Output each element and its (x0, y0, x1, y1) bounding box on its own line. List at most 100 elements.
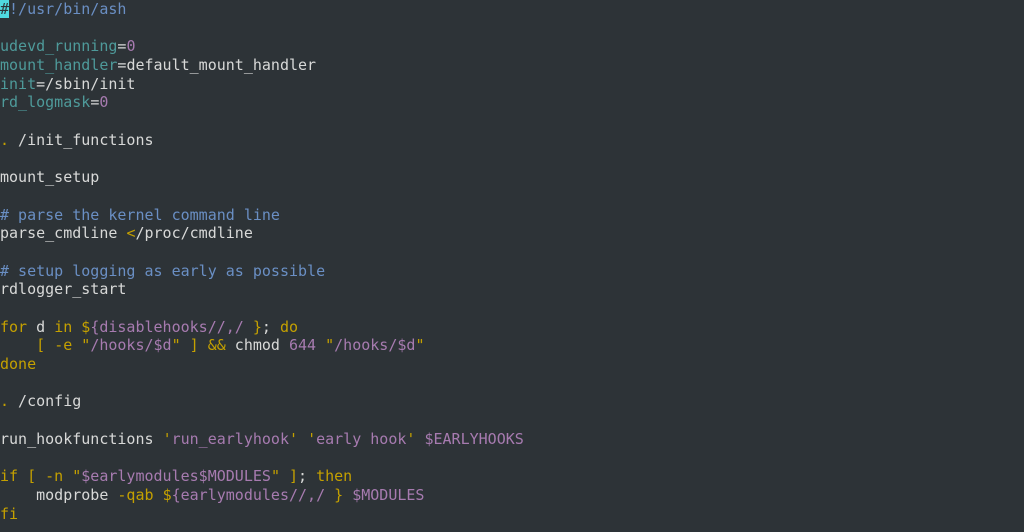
code-token-plain: d (27, 317, 55, 336)
code-line: fi (0, 505, 1024, 524)
code-token-subst: $earlymodules$MODULES (81, 467, 271, 486)
code-token-comment: # parse the kernel command line (0, 205, 280, 224)
code-token-subst: $MODULES (352, 485, 425, 504)
code-token-comment: !/usr/bin/ash (9, 0, 127, 18)
code-token-kw: fi (0, 504, 19, 523)
code-token-plain: = (36, 74, 46, 93)
code-token-kw: then (316, 467, 353, 486)
code-token-plain: chmod (225, 336, 289, 355)
code-line: mount_setup (0, 168, 1024, 187)
code-line: run_hookfunctions 'run_earlyhook' 'early… (0, 430, 1024, 449)
code-line: modprobe -qab ${earlymodules//,/ } $MODU… (0, 486, 1024, 505)
code-token-num: 644 (289, 336, 317, 355)
code-token-kw: -e (54, 336, 73, 355)
code-token-plain: /sbin/init (45, 74, 136, 93)
code-token-comment: # setup logging as early as possible (0, 261, 326, 280)
code-token-quote: $ (81, 317, 91, 336)
code-token-kw: . (0, 392, 10, 411)
code-token-num: 0 (126, 37, 136, 56)
code-token-str: /hooks/$d (90, 336, 172, 355)
code-token-quote: " (171, 336, 181, 355)
code-token-var: init (0, 74, 37, 93)
code-token-kw: -qab (117, 485, 154, 504)
code-line: mount_handler=default_mount_handler (0, 56, 1024, 75)
code-token-quote: " (325, 336, 335, 355)
code-token-kw: do (279, 317, 299, 336)
code-token-num: 0 (99, 93, 109, 112)
code-token-quote: " (72, 467, 82, 486)
code-token-plain: ; (261, 317, 280, 336)
text-cursor: # (0, 0, 10, 18)
code-line: done (0, 355, 1024, 374)
code-token-kw: [ (36, 336, 46, 355)
code-token-str: early hook (316, 429, 407, 448)
code-text-area[interactable]: #!/usr/bin/ash udevd_running=0 mount_han… (0, 0, 1024, 523)
code-token-kw: && (207, 336, 226, 355)
code-line: . /init_functions (0, 131, 1024, 150)
code-token-kw: ] (189, 336, 199, 355)
code-token-quote: } (252, 317, 262, 336)
code-token-quote: ' (162, 429, 172, 448)
code-token-quote: ' (307, 429, 317, 448)
code-token-subst: $EARLYHOOKS (424, 429, 524, 448)
code-token-kw: for (0, 317, 28, 336)
code-line: [ -e "/hooks/$d" ] && chmod 644 "/hooks/… (0, 336, 1024, 355)
code-token-plain: /proc/cmdline (135, 224, 253, 243)
code-token-quote: ' (289, 429, 299, 448)
code-token-plain: ; (298, 467, 317, 486)
code-token-plain: modprobe (0, 485, 118, 504)
code-token-plain: mount_setup (0, 168, 100, 187)
code-token-var: rd_logmask (0, 93, 91, 112)
code-token-plain: /init_functions (9, 130, 154, 149)
code-token-var: mount_handler (0, 56, 118, 75)
code-line: for d in ${disablehooks//,/ }; do (0, 318, 1024, 337)
code-token-plain: = (90, 93, 100, 112)
code-line: if [ -n "$earlymodules$MODULES" ]; then (0, 467, 1024, 486)
code-token-quote: $ (162, 485, 172, 504)
code-token-quote: } (334, 485, 344, 504)
code-token-str: run_earlyhook (171, 429, 289, 448)
code-line: rdlogger_start (0, 280, 1024, 299)
code-token-kw: . (0, 130, 10, 149)
code-token-quote: " (270, 467, 280, 486)
code-line: #!/usr/bin/ash (0, 0, 1024, 19)
code-token-plain: parse_cmdline (0, 224, 127, 243)
code-token-plain: /config (9, 392, 82, 411)
code-token-kw: [ (27, 467, 37, 486)
code-token-kw: -n (45, 467, 64, 486)
code-line: # parse the kernel command line (0, 206, 1024, 225)
code-token-kw: ] (289, 467, 299, 486)
code-token-kw: in (54, 317, 73, 336)
code-line: # setup logging as early as possible (0, 262, 1024, 281)
code-line: parse_cmdline </proc/cmdline (0, 224, 1024, 243)
code-line: init=/sbin/init (0, 75, 1024, 94)
code-token-plain: rdlogger_start (0, 280, 127, 299)
code-token-quote: " (415, 336, 425, 355)
code-token-plain: default_mount_handler (126, 56, 317, 75)
code-token-plain: run_hookfunctions (0, 429, 163, 448)
terminal-window[interactable]: #!/usr/bin/ash udevd_running=0 mount_han… (0, 0, 1024, 532)
